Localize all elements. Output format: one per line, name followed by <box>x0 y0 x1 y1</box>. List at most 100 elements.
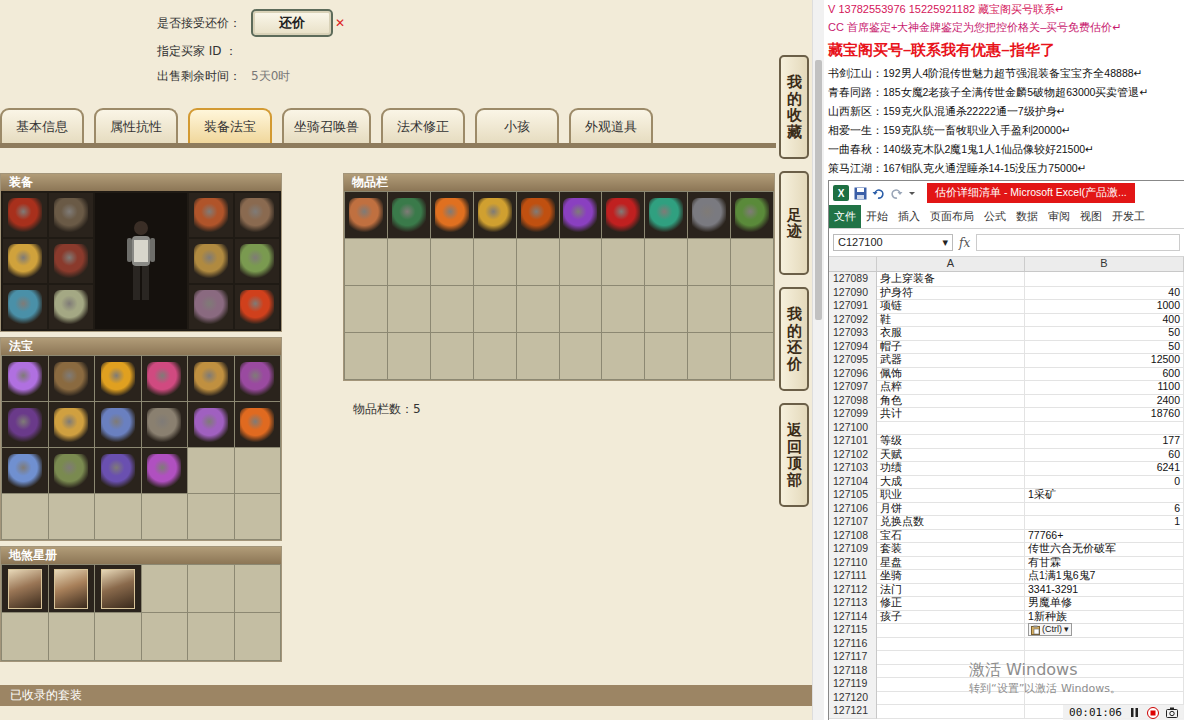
equipment-slot[interactable] <box>235 285 279 329</box>
inventory-slot[interactable] <box>731 192 773 238</box>
cell[interactable] <box>877 637 1025 652</box>
cell[interactable]: 600 <box>1025 367 1184 382</box>
row-number[interactable]: 127090 <box>829 286 877 301</box>
cell[interactable]: 套装 <box>877 542 1025 557</box>
row-number[interactable]: 127099 <box>829 407 877 422</box>
paste-options-button[interactable]: (Ctrl)▾ <box>1028 623 1072 636</box>
cell[interactable]: 宝石 <box>877 529 1025 544</box>
ribbon-tab[interactable]: 文件 <box>829 205 861 228</box>
cell[interactable]: 1新种族 <box>1025 610 1184 625</box>
inventory-slot[interactable] <box>474 192 516 238</box>
cell[interactable]: 孩子 <box>877 610 1025 625</box>
magic-slot[interactable] <box>142 402 188 447</box>
cell[interactable]: 等级 <box>877 434 1025 449</box>
scrollbar-thumb[interactable] <box>815 60 822 320</box>
cell[interactable]: 护身符 <box>877 286 1025 301</box>
ribbon-tab[interactable]: 开始 <box>861 205 893 228</box>
side-button[interactable]: 我的还价 <box>779 287 809 391</box>
row-number[interactable]: 127120 <box>829 691 877 706</box>
row-number[interactable]: 127109 <box>829 542 877 557</box>
magic-slot[interactable] <box>49 448 95 493</box>
row-number[interactable]: 127098 <box>829 394 877 409</box>
cell[interactable]: 77766+ <box>1025 529 1184 544</box>
equipment-slot[interactable] <box>189 193 233 237</box>
cell[interactable] <box>1025 691 1184 706</box>
row-number[interactable]: 127096 <box>829 367 877 382</box>
row-number[interactable]: 127117 <box>829 650 877 665</box>
row-number[interactable]: 127092 <box>829 313 877 328</box>
cell[interactable]: 50 <box>1025 340 1184 355</box>
cell[interactable]: 6241 <box>1025 461 1184 476</box>
cell[interactable]: 男魔单修 <box>1025 596 1184 611</box>
fx-label[interactable]: fx <box>959 236 970 250</box>
cell[interactable] <box>877 623 1025 638</box>
cell[interactable]: 共计 <box>877 407 1025 422</box>
undo-icon[interactable] <box>872 187 885 200</box>
row-number[interactable]: 127091 <box>829 299 877 314</box>
magic-slot[interactable] <box>142 356 188 401</box>
row-number[interactable]: 127094 <box>829 340 877 355</box>
cell[interactable]: 有甘霖 <box>1025 556 1184 571</box>
cell[interactable] <box>877 421 1025 436</box>
row-number[interactable]: 127093 <box>829 326 877 341</box>
cell[interactable]: 1100 <box>1025 380 1184 395</box>
cell[interactable] <box>877 677 1025 692</box>
inventory-slot[interactable] <box>345 192 387 238</box>
row-number[interactable]: 127097 <box>829 380 877 395</box>
cell[interactable]: 衣服 <box>877 326 1025 341</box>
star-slot[interactable] <box>2 565 48 612</box>
redo-icon[interactable] <box>890 187 903 200</box>
cell[interactable] <box>1025 664 1184 679</box>
camera-icon[interactable] <box>1166 707 1178 718</box>
cell[interactable]: 佩饰 <box>877 367 1025 382</box>
cell[interactable] <box>877 704 1025 719</box>
magic-slot[interactable] <box>95 402 141 447</box>
cell[interactable]: 传世六合无价破军 <box>1025 542 1184 557</box>
row-number[interactable]: 127102 <box>829 448 877 463</box>
cell[interactable]: 帽子 <box>877 340 1025 355</box>
equipment-slot[interactable] <box>3 239 47 283</box>
cell[interactable]: 天赋 <box>877 448 1025 463</box>
cell[interactable]: 星盘 <box>877 556 1025 571</box>
magic-slot[interactable] <box>142 448 188 493</box>
cell[interactable]: 177 <box>1025 434 1184 449</box>
cell[interactable]: 身上穿装备 <box>877 272 1025 287</box>
tab[interactable]: 外观道具 <box>569 108 653 143</box>
row-number[interactable]: 127089 <box>829 272 877 287</box>
cell[interactable] <box>1025 637 1184 652</box>
equipment-slot[interactable] <box>189 285 233 329</box>
ribbon-tab[interactable]: 数据 <box>1011 205 1043 228</box>
equipment-slot[interactable] <box>49 239 93 283</box>
ribbon-tab[interactable]: 插入 <box>893 205 925 228</box>
cell[interactable]: 功绩 <box>877 461 1025 476</box>
ribbon-tab[interactable]: 页面布局 <box>925 205 979 228</box>
row-number[interactable]: 127103 <box>829 461 877 476</box>
cell[interactable] <box>877 650 1025 665</box>
tab[interactable]: 属性抗性 <box>94 108 178 143</box>
equipment-slot[interactable] <box>235 193 279 237</box>
cell[interactable] <box>877 691 1025 706</box>
star-slot[interactable] <box>95 565 141 612</box>
magic-slot[interactable] <box>2 448 48 493</box>
row-number[interactable]: 127116 <box>829 637 877 652</box>
magic-slot[interactable] <box>188 356 234 401</box>
equipment-slot[interactable] <box>189 239 233 283</box>
cell[interactable]: 兑换点数 <box>877 515 1025 530</box>
equipment-slot[interactable] <box>3 193 47 237</box>
equipment-slot[interactable] <box>49 193 93 237</box>
inventory-slot[interactable] <box>431 192 473 238</box>
tab[interactable]: 坐骑召唤兽 <box>282 108 371 143</box>
cell[interactable] <box>1025 650 1184 665</box>
cell[interactable]: 职业 <box>877 488 1025 503</box>
offer-button[interactable]: 还价 <box>251 9 333 37</box>
row-number[interactable]: 127108 <box>829 529 877 544</box>
cell[interactable]: 武器 <box>877 353 1025 368</box>
row-number[interactable]: 127118 <box>829 664 877 679</box>
save-icon[interactable] <box>854 187 867 200</box>
row-number[interactable]: 127105 <box>829 488 877 503</box>
column-header[interactable]: A <box>877 257 1025 271</box>
cell[interactable]: (Ctrl)▾ <box>1025 623 1184 638</box>
inventory-slot[interactable] <box>560 192 602 238</box>
row-number[interactable]: 127114 <box>829 610 877 625</box>
inventory-slot[interactable] <box>688 192 730 238</box>
